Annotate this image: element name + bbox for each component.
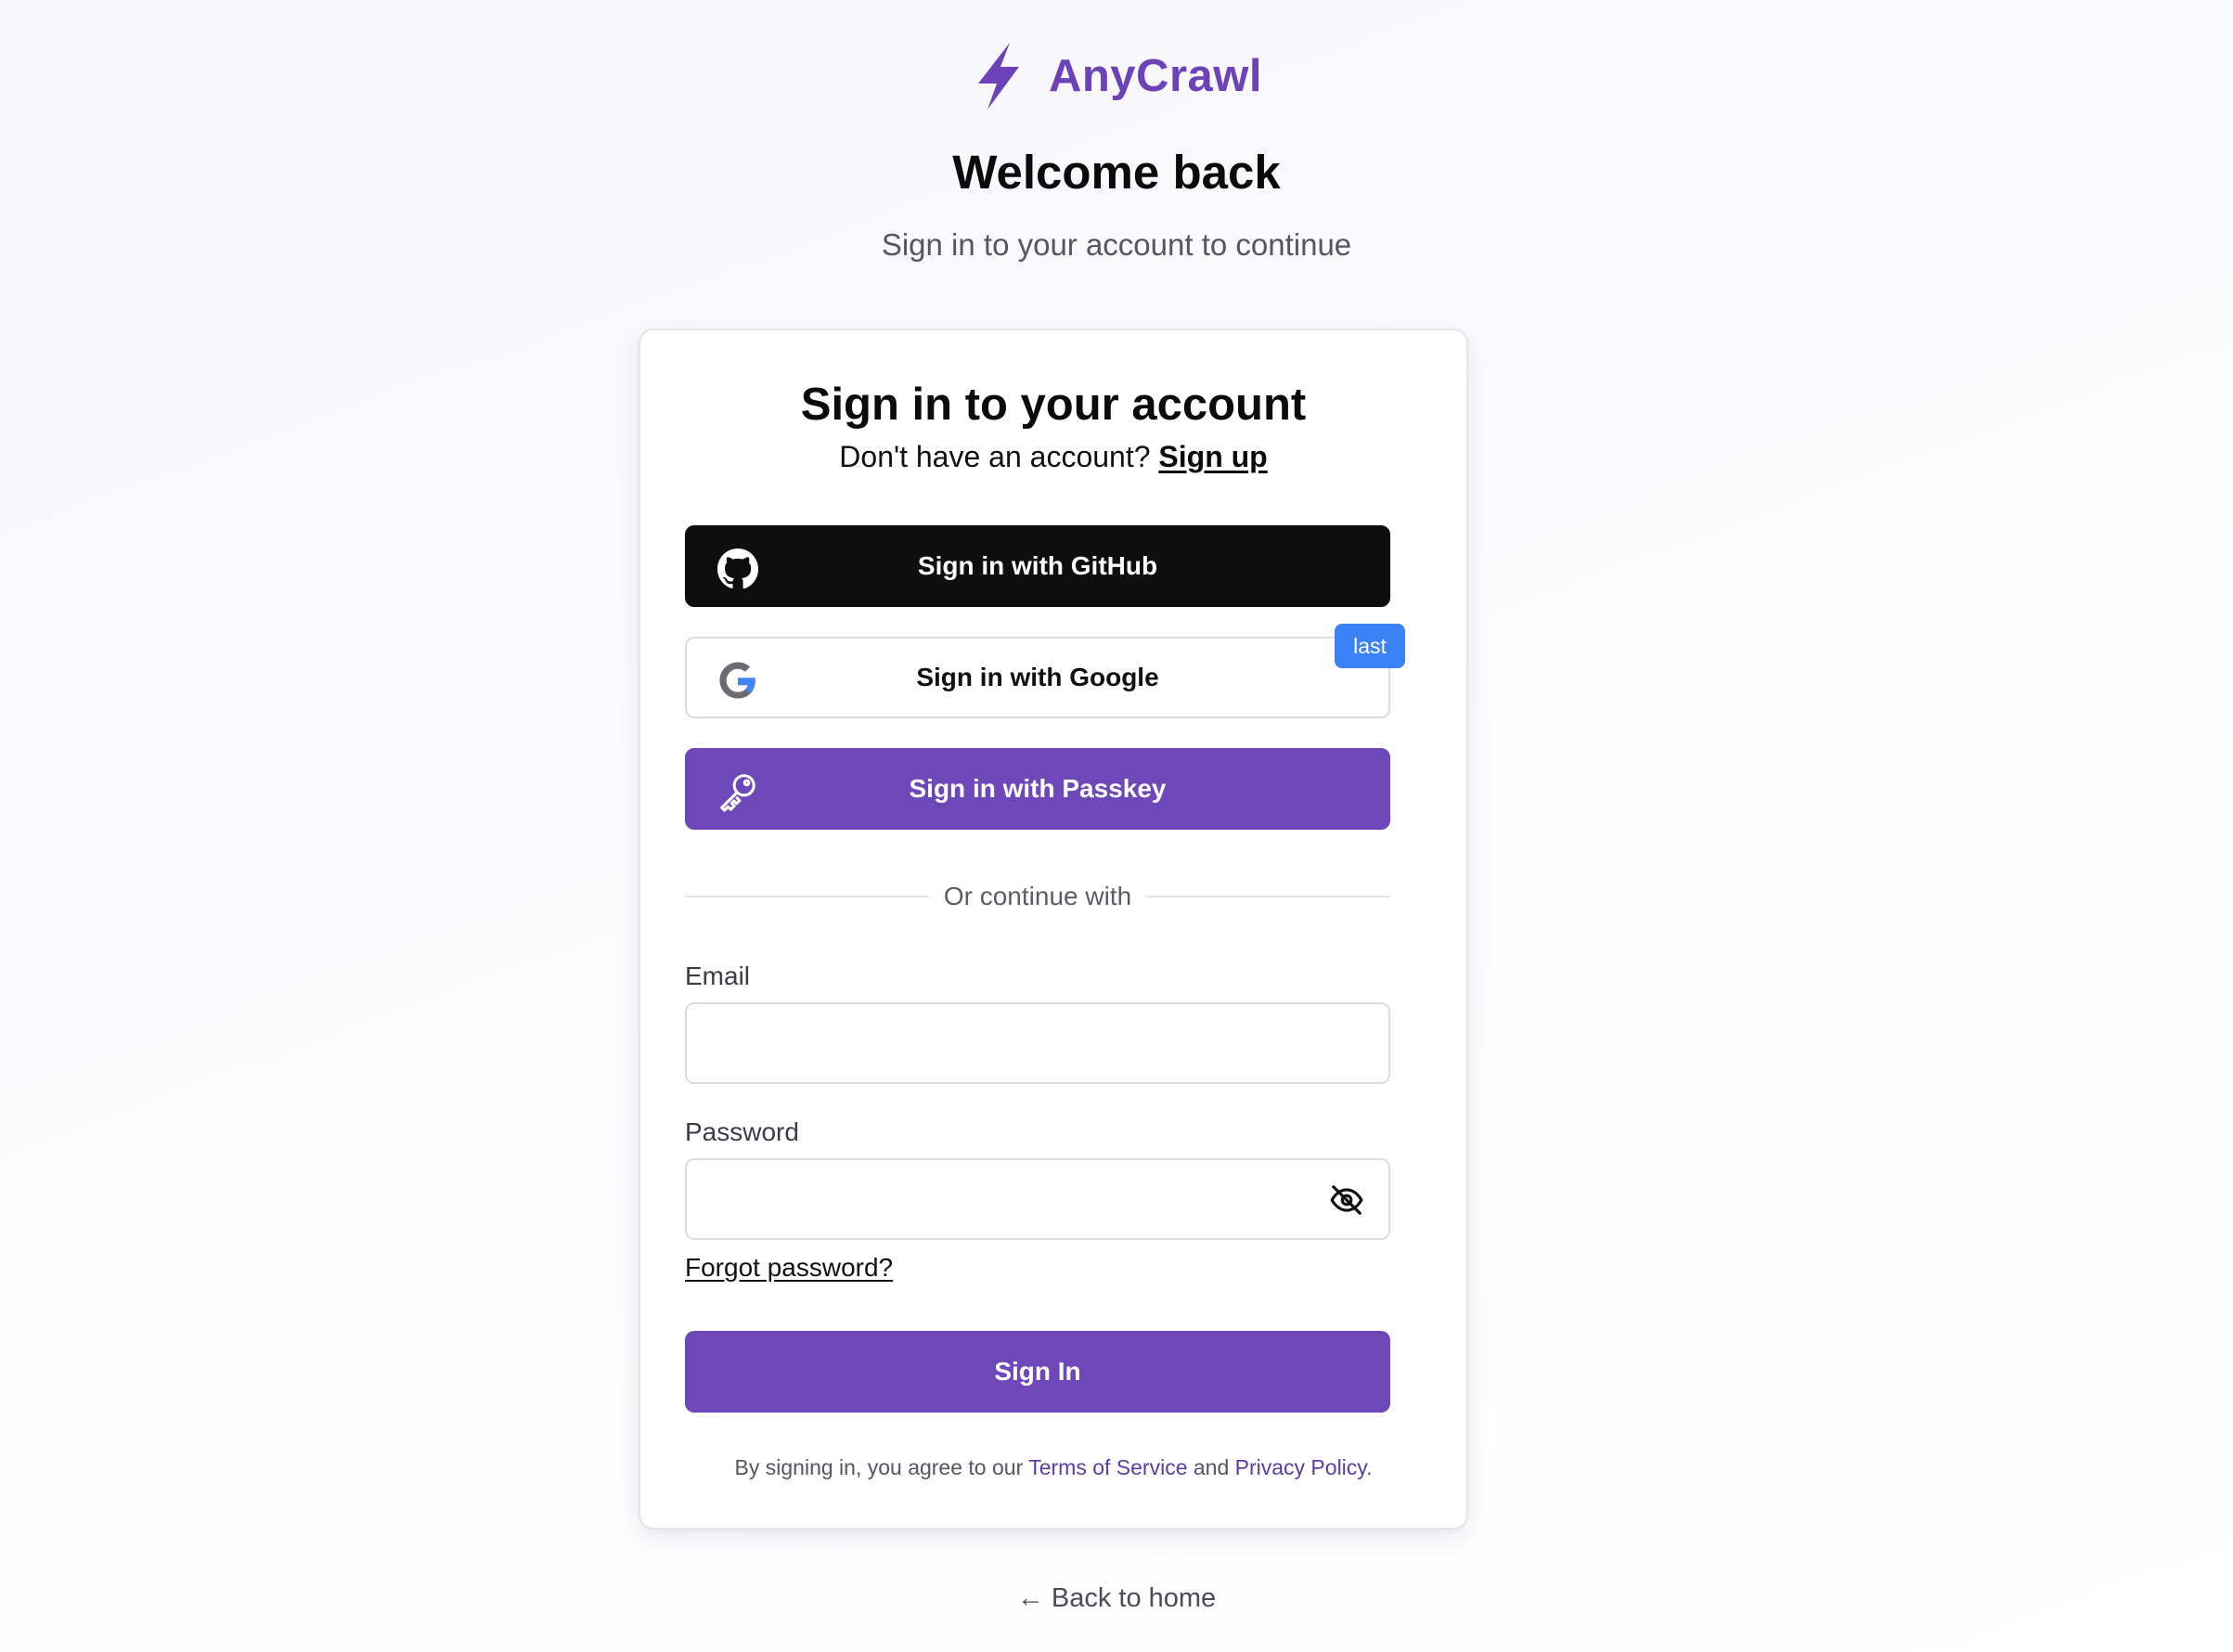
terms-suffix: . [1366, 1455, 1373, 1479]
google-icon [719, 662, 755, 699]
password-label: Password [685, 1117, 799, 1146]
signup-link[interactable]: Sign up [1158, 440, 1267, 473]
divider-line-right [1146, 896, 1391, 897]
card-title: Sign in to your account [800, 380, 1307, 430]
signup-prompt: Don't have an account? Sign up [640, 440, 1466, 474]
sign-in-card: Sign in to your account Don't have an ac… [639, 329, 1468, 1529]
last-used-badge: last [1335, 624, 1405, 668]
brand-header: AnyCrawl [0, 41, 2233, 111]
email-label: Email [685, 962, 751, 990]
passkey-button-label: Sign in with Passkey [909, 774, 1167, 803]
terms-notice: By signing in, you agree to our Terms of… [640, 1455, 1466, 1480]
github-signin-button[interactable]: Sign in with GitHub [685, 525, 1390, 607]
passkey-signin-button[interactable]: Sign in with Passkey [685, 748, 1390, 830]
sign-in-button[interactable]: Sign In [685, 1331, 1390, 1413]
divider-text: Or continue with [943, 882, 1132, 910]
back-to-home-link[interactable]: ← Back to home [0, 1583, 2233, 1614]
email-field[interactable] [685, 1002, 1390, 1084]
eye-off-icon[interactable] [1329, 1182, 1364, 1218]
or-divider: Or continue with [685, 878, 1391, 915]
page-subtitle: Sign in to your account to continue [881, 227, 1352, 262]
privacy-policy-link[interactable]: Privacy Policy [1235, 1455, 1366, 1479]
lightning-bolt-icon [977, 43, 1019, 110]
key-icon [720, 774, 755, 812]
google-button-label: Sign in with Google [916, 663, 1159, 691]
terms-and: and [1193, 1455, 1230, 1479]
no-account-text: Don't have an account? [839, 440, 1151, 473]
google-signin-button[interactable]: Sign in with Google [685, 637, 1390, 718]
page-title: Welcome back [952, 146, 1281, 199]
forgot-password-link[interactable]: Forgot password? [685, 1253, 893, 1283]
brand-name: AnyCrawl [1048, 51, 1262, 101]
password-field[interactable] [685, 1158, 1390, 1240]
terms-prefix: By signing in, you agree to our [734, 1455, 1024, 1479]
github-button-label: Sign in with GitHub [917, 551, 1158, 580]
divider-line-left [685, 896, 929, 897]
terms-of-service-link[interactable]: Terms of Service [1028, 1455, 1187, 1479]
github-icon [716, 548, 759, 589]
login-page: AnyCrawl Welcome back Sign in to your ac… [0, 0, 2233, 1652]
